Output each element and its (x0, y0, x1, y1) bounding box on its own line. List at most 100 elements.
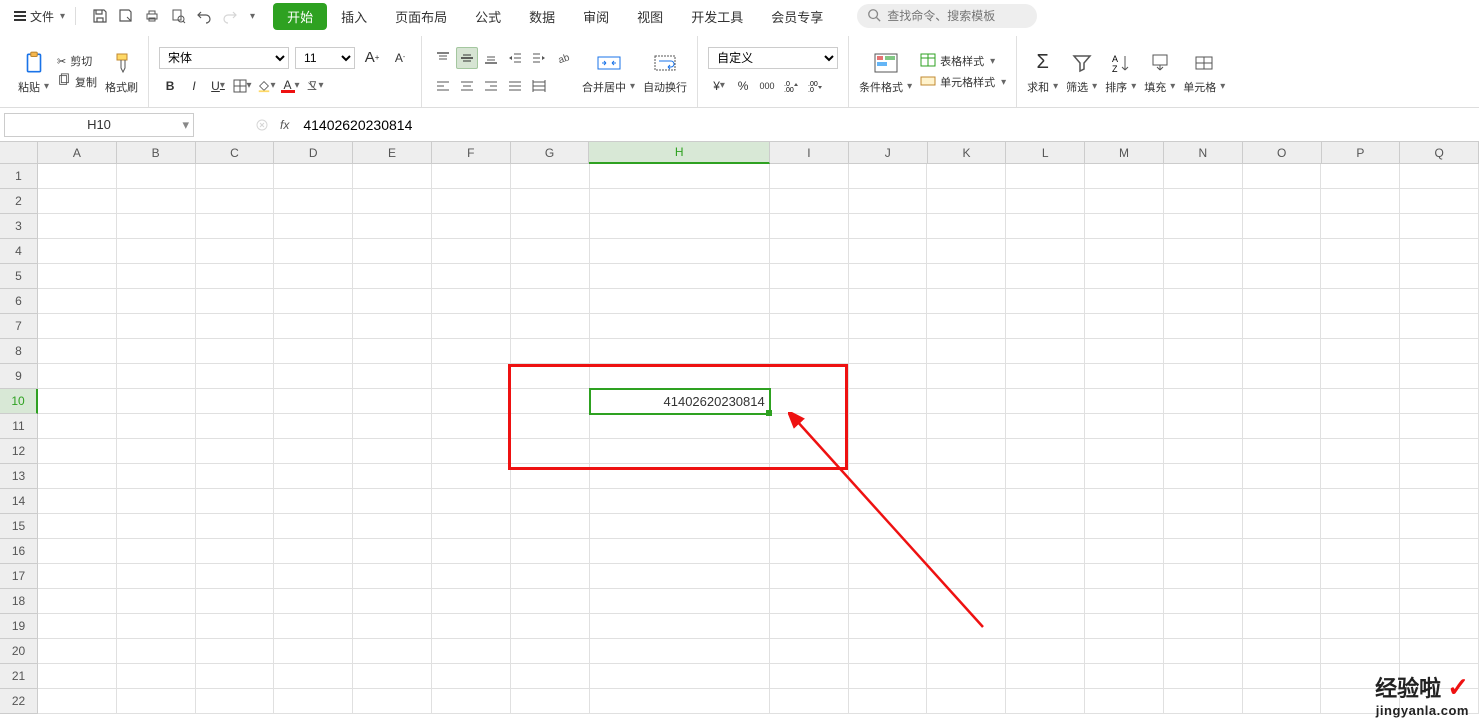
cell[interactable] (511, 564, 590, 589)
cell[interactable] (927, 639, 1006, 664)
cell[interactable] (117, 164, 196, 189)
cell[interactable] (770, 564, 849, 589)
cell[interactable] (511, 489, 590, 514)
cell[interactable] (1164, 564, 1243, 589)
cell[interactable] (849, 214, 928, 239)
currency-icon[interactable]: ¥▾ (708, 75, 730, 97)
cell[interactable] (1243, 564, 1322, 589)
cell[interactable] (511, 389, 590, 414)
cell[interactable] (927, 264, 1006, 289)
cell[interactable] (38, 614, 117, 639)
cell[interactable] (353, 564, 432, 589)
row-header[interactable]: 5 (0, 264, 38, 289)
cell[interactable] (1400, 364, 1479, 389)
tab-review[interactable]: 审阅 (569, 2, 623, 31)
cell[interactable] (117, 689, 196, 714)
cell[interactable] (590, 339, 770, 364)
cell[interactable] (353, 589, 432, 614)
cell[interactable] (511, 539, 590, 564)
cell[interactable] (1321, 489, 1400, 514)
cell[interactable] (511, 464, 590, 489)
cell[interactable] (1400, 464, 1479, 489)
cell[interactable] (1085, 614, 1164, 639)
cell[interactable] (353, 214, 432, 239)
cell[interactable] (511, 514, 590, 539)
cell[interactable] (1164, 189, 1243, 214)
cell[interactable] (1321, 389, 1400, 414)
cell[interactable] (849, 389, 928, 414)
cell[interactable] (1400, 564, 1479, 589)
cell[interactable] (849, 539, 928, 564)
cell[interactable] (353, 614, 432, 639)
column-header[interactable]: E (353, 142, 432, 164)
cell[interactable] (38, 289, 117, 314)
cell[interactable] (511, 239, 590, 264)
cell[interactable] (1164, 289, 1243, 314)
cell[interactable] (1085, 439, 1164, 464)
cell[interactable] (274, 639, 353, 664)
cell[interactable] (1321, 539, 1400, 564)
cell[interactable] (511, 164, 590, 189)
cell[interactable] (590, 414, 770, 439)
cell[interactable] (432, 289, 511, 314)
cell[interactable] (274, 489, 353, 514)
cell[interactable] (927, 464, 1006, 489)
cell[interactable] (590, 239, 770, 264)
cell[interactable] (432, 214, 511, 239)
cell[interactable] (274, 464, 353, 489)
cell[interactable] (432, 464, 511, 489)
cell[interactable] (1006, 539, 1085, 564)
cell[interactable] (117, 364, 196, 389)
cell[interactable] (590, 214, 770, 239)
conditional-format-button[interactable]: 条件格式▾ (859, 49, 912, 95)
sum-button[interactable]: Σ 求和▾ (1027, 49, 1058, 95)
underline-button[interactable]: U▾ (207, 75, 229, 97)
cell[interactable] (274, 414, 353, 439)
cell[interactable] (1085, 339, 1164, 364)
cell[interactable] (590, 614, 770, 639)
undo-icon[interactable] (196, 8, 212, 24)
cell[interactable] (38, 664, 117, 689)
cell[interactable] (511, 664, 590, 689)
font-size-select[interactable]: 11 (295, 47, 355, 69)
cell[interactable] (353, 339, 432, 364)
cancel-icon[interactable] (254, 117, 270, 133)
cell[interactable] (511, 364, 590, 389)
cell[interactable] (432, 189, 511, 214)
cell[interactable] (849, 639, 928, 664)
cell[interactable] (590, 314, 770, 339)
format-painter-button[interactable]: 格式刷 (105, 49, 138, 95)
cell[interactable] (38, 689, 117, 714)
cell[interactable] (849, 614, 928, 639)
cell[interactable] (38, 539, 117, 564)
cell[interactable] (1085, 389, 1164, 414)
cell[interactable] (1400, 339, 1479, 364)
cell[interactable] (849, 564, 928, 589)
cell[interactable] (274, 289, 353, 314)
cell[interactable] (770, 689, 849, 714)
cell[interactable] (1085, 214, 1164, 239)
cell[interactable] (590, 664, 770, 689)
row-header[interactable]: 18 (0, 589, 38, 614)
column-header[interactable]: C (196, 142, 275, 164)
cell[interactable] (1243, 239, 1322, 264)
tab-member[interactable]: 会员专享 (757, 2, 837, 31)
cell[interactable] (117, 264, 196, 289)
cell[interactable] (1164, 539, 1243, 564)
cell[interactable] (1006, 214, 1085, 239)
cell[interactable] (1164, 414, 1243, 439)
tab-pagelayout[interactable]: 页面布局 (381, 2, 461, 31)
fill-color-button[interactable]: ▾ (255, 75, 277, 97)
cell[interactable] (1321, 189, 1400, 214)
cell[interactable] (1400, 489, 1479, 514)
cell[interactable] (1006, 514, 1085, 539)
cell[interactable] (117, 564, 196, 589)
cell[interactable] (432, 264, 511, 289)
column-header[interactable]: M (1085, 142, 1164, 164)
save-icon[interactable] (92, 8, 108, 24)
cell[interactable] (1321, 289, 1400, 314)
decrease-indent-icon[interactable] (504, 47, 526, 69)
row-header[interactable]: 19 (0, 614, 38, 639)
cell[interactable] (1243, 489, 1322, 514)
cell[interactable] (432, 339, 511, 364)
